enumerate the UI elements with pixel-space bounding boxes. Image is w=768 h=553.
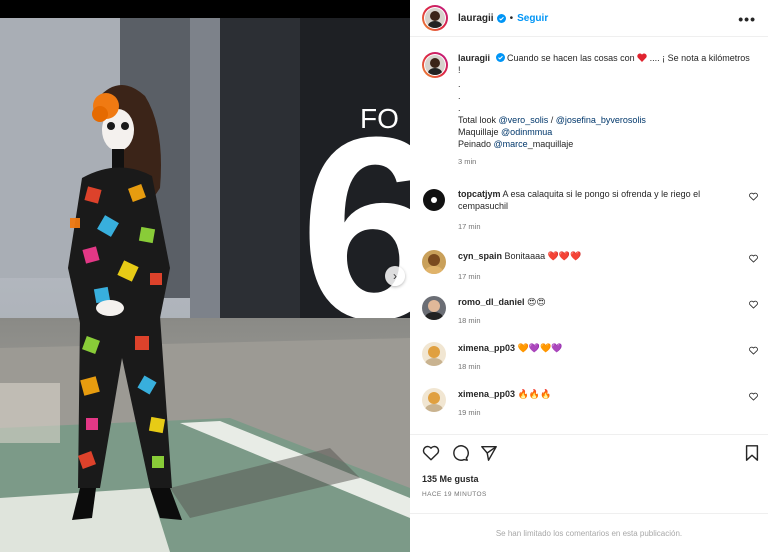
like-comment-heart-icon[interactable]: [749, 392, 758, 401]
action-bar: [410, 434, 768, 464]
comment-emoji: 🧡💜🧡💜: [517, 343, 563, 353]
avatar-image: [422, 388, 446, 412]
post-modal: 6 FO › lauragii • Seguir ••• lauragii Cu…: [0, 0, 768, 552]
comment-timestamp[interactable]: 18 min: [458, 362, 481, 371]
like-comment-heart-icon[interactable]: [749, 300, 758, 309]
comment-text: ximena_pp03 🔥🔥🔥: [458, 388, 738, 400]
commenter-username[interactable]: ximena_pp03: [458, 389, 515, 399]
look-prefix: Total look: [458, 115, 497, 125]
post-header: lauragii • Seguir •••: [410, 0, 768, 37]
red-heart-emoji-icon: [637, 53, 647, 62]
comment-timestamp[interactable]: 18 min: [458, 316, 481, 325]
comment-emoji: ❤️❤️❤️: [547, 251, 582, 261]
comment-item: topcatjym A esa calaquita si le pongo si…: [422, 188, 762, 232]
caption-text-1: Cuando se hacen las cosas con: [507, 53, 635, 63]
like-comment-heart-icon[interactable]: [749, 254, 758, 263]
commenter-username[interactable]: romo_dl_daniel: [458, 297, 525, 307]
comment-item: ximena_pp03 🧡💜🧡💜 18 min: [422, 342, 762, 386]
comment-timestamp[interactable]: 17 min: [458, 272, 481, 281]
verified-badge-icon: [495, 53, 505, 62]
comments-section: lauragii Cuando se hacen las cosas con .…: [410, 38, 768, 430]
comment-bubble-icon[interactable]: [451, 444, 469, 462]
bookmark-icon[interactable]: [743, 444, 761, 462]
comment-text: romo_dl_daniel 😍😍: [458, 296, 738, 308]
caption-avatar[interactable]: [422, 52, 448, 78]
post-photo[interactable]: 6 FO: [0, 18, 410, 552]
avatar-image: [422, 296, 446, 320]
look-separator: /: [548, 115, 556, 125]
comment-body: Bonitaaaa: [504, 251, 546, 261]
caption-dot-1: .: [458, 79, 461, 89]
verified-badge-icon: [496, 13, 506, 23]
like-heart-icon[interactable]: [422, 444, 440, 462]
comment-emoji: 🔥🔥🔥: [517, 389, 552, 399]
mention-odinmmua[interactable]: @odinmmua: [501, 127, 552, 137]
caption-username[interactable]: lauragii: [458, 53, 490, 63]
avatar-image: [422, 188, 446, 212]
comment-timestamp[interactable]: 17 min: [458, 222, 481, 231]
like-comment-heart-icon[interactable]: [749, 192, 758, 201]
mention-marce[interactable]: @marce: [494, 139, 528, 149]
commenter-avatar[interactable]: [422, 188, 446, 212]
commenter-avatar[interactable]: [422, 342, 446, 366]
comment-item: ximena_pp03 🔥🔥🔥 19 min: [422, 388, 762, 430]
caption-dot-2: .: [458, 91, 461, 101]
comment-item: cyn_spain Bonitaaaa ❤️❤️❤️ 17 min: [422, 250, 762, 294]
avatar-image: [425, 8, 445, 28]
next-photo-button[interactable]: ›: [385, 266, 405, 286]
more-options-icon[interactable]: •••: [738, 11, 756, 27]
commenter-avatar[interactable]: [422, 388, 446, 412]
avatar-image: [422, 250, 446, 274]
author-avatar[interactable]: [422, 5, 448, 31]
commenter-username[interactable]: topcatjym: [458, 189, 501, 199]
comments-limited-notice: Se han limitado los comentarios en esta …: [410, 513, 768, 552]
header-separator: •: [509, 12, 514, 24]
caption-dot-3: .: [458, 103, 461, 113]
avatar-image: [425, 55, 445, 75]
comment-emoji: 😍😍: [527, 297, 546, 307]
like-comment-heart-icon[interactable]: [749, 346, 758, 355]
caption-text: lauragii Cuando se hacen las cosas con .…: [458, 52, 754, 168]
caption-timestamp[interactable]: 3 min: [458, 156, 754, 168]
commenter-username[interactable]: ximena_pp03: [458, 343, 515, 353]
hair-prefix: Peinado: [458, 139, 492, 149]
mention-josefina[interactable]: @josefina_byverosolis: [556, 115, 646, 125]
comment-text: ximena_pp03 🧡💜🧡💜: [458, 342, 738, 354]
post-side-panel: lauragii • Seguir ••• lauragii Cuando se…: [410, 0, 768, 552]
comment-item: romo_dl_daniel 😍😍 18 min: [422, 296, 762, 340]
hair-suffix: _maquillaje: [527, 139, 574, 149]
avatar-image: [422, 342, 446, 366]
photo-wall-letters: FO: [360, 103, 399, 134]
likes-count[interactable]: 135 Me gusta: [422, 474, 479, 484]
mention-vero-solis[interactable]: @vero_solis: [499, 115, 549, 125]
chevron-right-icon: ›: [393, 269, 397, 283]
share-paper-plane-icon[interactable]: [480, 444, 498, 462]
comment-text: cyn_spain Bonitaaaa ❤️❤️❤️: [458, 250, 738, 262]
commenter-avatar[interactable]: [422, 250, 446, 274]
commenter-username[interactable]: cyn_spain: [458, 251, 502, 261]
follow-button[interactable]: Seguir: [517, 13, 548, 24]
comment-timestamp[interactable]: 19 min: [458, 408, 481, 417]
post-timestamp[interactable]: HACE 19 MINUTOS: [422, 491, 487, 498]
commenter-avatar[interactable]: [422, 296, 446, 320]
author-username[interactable]: lauragii: [458, 13, 494, 24]
makeup-prefix: Maquillaje: [458, 127, 499, 137]
comment-text: topcatjym A esa calaquita si le pongo si…: [458, 188, 738, 212]
